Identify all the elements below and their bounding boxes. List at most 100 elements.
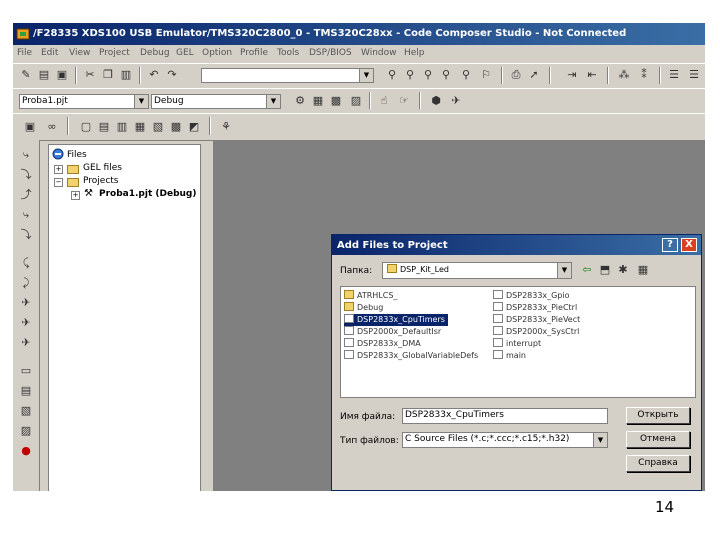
call-stack-icon[interactable]: ▦	[133, 120, 147, 134]
tree-gel-files[interactable]: GEL files	[83, 163, 122, 173]
stop-build-icon[interactable]: ▨	[349, 94, 363, 108]
tree-projects[interactable]: Projects	[83, 176, 118, 186]
step-into-icon[interactable]: ⤷	[19, 148, 33, 162]
cancel-button[interactable]: Отмена	[626, 431, 690, 448]
print-icon[interactable]: ⎙	[509, 68, 523, 82]
list-item[interactable]: Debug	[344, 302, 383, 314]
project-combo[interactable]: Proba1.pjt ▼	[19, 94, 149, 109]
expand-icon[interactable]: +	[54, 165, 63, 174]
halt-icon[interactable]: ✈	[19, 316, 33, 330]
help-button[interactable]: Справка	[626, 455, 690, 472]
back-arrow-icon[interactable]: ⇦	[580, 263, 594, 277]
open-file-icon[interactable]: ▤	[37, 68, 51, 82]
find-icon[interactable]: ⚲	[385, 68, 399, 82]
help-pointer-icon[interactable]: ➚	[527, 68, 541, 82]
profile-clock-icon[interactable]: ◩	[187, 120, 201, 134]
graph-icon[interactable]: ▧	[151, 120, 165, 134]
memory-icon[interactable]: ▢	[79, 120, 93, 134]
look-in-combo[interactable]: DSP_Kit_Led ▼	[382, 262, 572, 279]
view-menu-icon[interactable]: ▦	[636, 263, 650, 277]
run-icon[interactable]: ✈	[19, 296, 33, 310]
menu-window[interactable]: Window	[361, 48, 397, 58]
run-icon[interactable]: ✈	[449, 94, 463, 108]
step-out-icon[interactable]: ⤴	[19, 188, 33, 202]
chevron-down-icon[interactable]: ▼	[593, 433, 607, 447]
new-folder-icon[interactable]: ✱	[616, 263, 630, 277]
find-next-icon[interactable]: ⚲	[403, 68, 417, 82]
list-item[interactable]: main	[493, 350, 526, 362]
menu-dspbios[interactable]: DSP/BIOS	[309, 48, 352, 58]
menu-help[interactable]: Help	[404, 48, 425, 58]
save-icon[interactable]: ▣	[55, 68, 69, 82]
asm-step-into-icon[interactable]: ⤹	[19, 256, 33, 270]
chevron-down-icon[interactable]: ▼	[266, 95, 280, 108]
memory-window-icon[interactable]: ▭	[19, 364, 33, 378]
step-over-icon[interactable]: ⤵	[19, 168, 33, 182]
menu-view[interactable]: View	[69, 48, 90, 58]
register-window-icon[interactable]: ▤	[19, 384, 33, 398]
chevron-down-icon[interactable]: ▼	[557, 263, 571, 278]
undo-icon[interactable]: ↶	[147, 68, 161, 82]
list-item[interactable]: DSP2833x_DMA	[344, 338, 421, 350]
bookmark-icon[interactable]: ⚐	[479, 68, 493, 82]
expression-icon[interactable]: ∞	[45, 120, 59, 134]
probe-point-icon[interactable]: ☞	[397, 94, 411, 108]
list-item[interactable]: DSP2833x_PieVect	[493, 314, 580, 326]
incremental-build-icon[interactable]: ▦	[311, 94, 325, 108]
list-item[interactable]: DSP2000x_SysCtrl	[493, 326, 579, 338]
expand-icon[interactable]: +	[71, 191, 80, 200]
config-combo[interactable]: Debug ▼	[151, 94, 281, 109]
registers-icon[interactable]: ▤	[97, 120, 111, 134]
sim-icon[interactable]: ⚘	[219, 120, 233, 134]
menu-file[interactable]: File	[17, 48, 32, 58]
menu-gel[interactable]: GEL	[176, 48, 194, 58]
paste-icon[interactable]: ▥	[119, 68, 133, 82]
menu-edit[interactable]: Edit	[41, 48, 58, 58]
image-icon[interactable]: ▩	[169, 120, 183, 134]
list-item[interactable]: DSP2833x_PieCtrl	[493, 302, 577, 314]
list-item[interactable]: DSP2833x_GlobalVariableDefs	[344, 350, 478, 362]
rebuild-all-icon[interactable]: ▩	[329, 94, 343, 108]
tree-files[interactable]: Files	[67, 150, 87, 160]
menu-project[interactable]: Project	[99, 48, 130, 58]
menu-debug[interactable]: Debug	[140, 48, 170, 58]
halt-icon[interactable]: ⬢	[429, 94, 443, 108]
run-to-cursor-icon[interactable]: ⤷	[19, 208, 33, 222]
menu-option[interactable]: Option	[202, 48, 232, 58]
cut-icon[interactable]: ✂	[83, 68, 97, 82]
find-files-icon[interactable]: ⚲	[439, 68, 453, 82]
new-file-icon[interactable]: ✎	[19, 68, 33, 82]
collapse-icon[interactable]: −	[54, 178, 63, 187]
outdent-icon[interactable]: ⇤	[585, 68, 599, 82]
asm-step-over-icon[interactable]: ⤸	[19, 276, 33, 290]
remove-breakpoints-icon[interactable]: ⁑	[637, 68, 651, 82]
set-pc-icon[interactable]: ⤵	[19, 228, 33, 242]
filename-input[interactable]: DSP2833x_CpuTimers	[402, 408, 608, 424]
find-in-files-icon[interactable]: ⚲	[459, 68, 473, 82]
breakpoint-icon[interactable]: ☝	[377, 94, 391, 108]
disassembly-window-icon[interactable]: ▨	[19, 424, 33, 438]
breakpoint-dot-icon[interactable]: ●	[19, 444, 33, 458]
redo-icon[interactable]: ↷	[165, 68, 179, 82]
dialog-help-title-button[interactable]: ?	[662, 238, 678, 252]
file-list[interactable]: ATRHLCS_ Debug DSP2833x_CpuTimers DSP200…	[340, 286, 696, 398]
list-item[interactable]: ATRHLCS_	[344, 290, 397, 302]
watch-window-icon[interactable]: ▣	[23, 120, 37, 134]
find-prev-icon[interactable]: ⚲	[421, 68, 435, 82]
animate-icon[interactable]: ✈	[19, 336, 33, 350]
indent-icon[interactable]: ⇥	[565, 68, 579, 82]
copy-icon[interactable]: ❐	[101, 68, 115, 82]
up-folder-icon[interactable]: ⬒	[598, 263, 612, 277]
list-item-selected[interactable]: DSP2833x_CpuTimers	[344, 314, 448, 326]
filetype-combo[interactable]: C Source Files (*.c;*.ccc;*.c15;*.h32) ▼	[402, 432, 608, 448]
tree-project-proba1[interactable]: Proba1.pjt (Debug)	[99, 189, 196, 199]
list-item[interactable]: DSP2000x_DefaultIsr	[344, 326, 441, 338]
compile-icon[interactable]: ⚙	[293, 94, 307, 108]
dialog-close-button[interactable]: X	[681, 238, 697, 252]
align-right-icon[interactable]: ☰	[687, 68, 701, 82]
chevron-down-icon[interactable]: ▼	[134, 95, 148, 108]
menu-profile[interactable]: Profile	[240, 48, 268, 58]
list-item[interactable]: interrupt	[493, 338, 541, 350]
align-left-icon[interactable]: ☰	[667, 68, 681, 82]
find-combo[interactable]: ▼	[201, 68, 374, 83]
